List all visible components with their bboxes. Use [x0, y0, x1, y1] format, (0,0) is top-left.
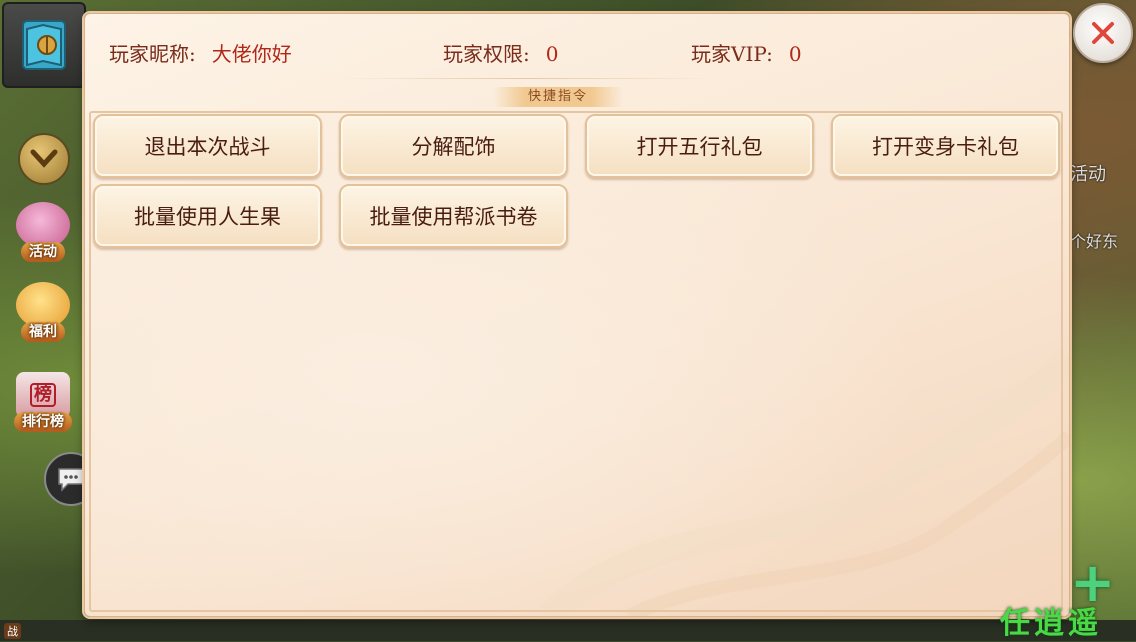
background-activity-text: 活动 — [1070, 164, 1106, 185]
permission-label: 玩家权限: — [443, 42, 530, 66]
expand-button[interactable] — [18, 133, 70, 185]
batch-use-ginseng-fruit-button[interactable]: 批量使用人生果 — [93, 184, 322, 248]
open-transform-card-pack-button[interactable]: 打开变身卡礼包 — [831, 114, 1060, 178]
welfare-label: 福利 — [21, 322, 65, 342]
vip-label: 玩家VIP: — [691, 42, 773, 66]
ranking-label: 排行榜 — [14, 412, 72, 432]
activity-button[interactable]: 活动 — [8, 192, 78, 262]
left-sidebar: 活动 福利 榜 排行榜 — [0, 0, 98, 641]
section-title: 快捷指令 — [493, 87, 623, 107]
chat-icon — [58, 468, 84, 492]
batch-use-guild-scroll-button[interactable]: 批量使用帮派书卷 — [339, 184, 568, 248]
nickname-label: 玩家昵称: — [109, 42, 196, 66]
vip-value: 0 — [788, 42, 802, 66]
player-nickname-row: 玩家昵称: 大佬你好 — [109, 38, 292, 67]
bottom-bar — [0, 620, 1136, 641]
map-button[interactable] — [2, 2, 86, 88]
decompose-accessory-button[interactable]: 分解配饰 — [339, 114, 568, 178]
close-icon — [1092, 22, 1114, 44]
chevron-down-icon — [30, 149, 58, 168]
open-five-elements-pack-button[interactable]: 打开五行礼包 — [585, 114, 814, 178]
close-button[interactable] — [1073, 3, 1133, 63]
exit-battle-button[interactable]: 退出本次战斗 — [93, 114, 322, 178]
player-permission-row: 玩家权限: 0 — [443, 38, 558, 67]
activity-label: 活动 — [21, 242, 65, 262]
ranking-button[interactable]: 榜 排行榜 — [8, 362, 78, 432]
background-partial-text: 个好东 — [1070, 232, 1119, 251]
watermark: 任逍遥 — [1000, 606, 1102, 641]
ranking-badge: 榜 — [30, 383, 56, 407]
permission-value: 0 — [545, 42, 559, 66]
nickname-value: 大佬你好 — [211, 42, 292, 66]
quick-command-dialog: 玩家昵称: 大佬你好 玩家权限: 0 玩家VIP: 0 快捷指令 退出本次战斗 分解配… — [84, 13, 1070, 617]
header-divider — [335, 78, 715, 79]
bottom-tag: 战 — [4, 623, 21, 639]
welfare-button[interactable]: 福利 — [8, 272, 78, 342]
map-icon — [22, 20, 66, 70]
player-vip-row: 玩家VIP: 0 — [691, 38, 802, 67]
